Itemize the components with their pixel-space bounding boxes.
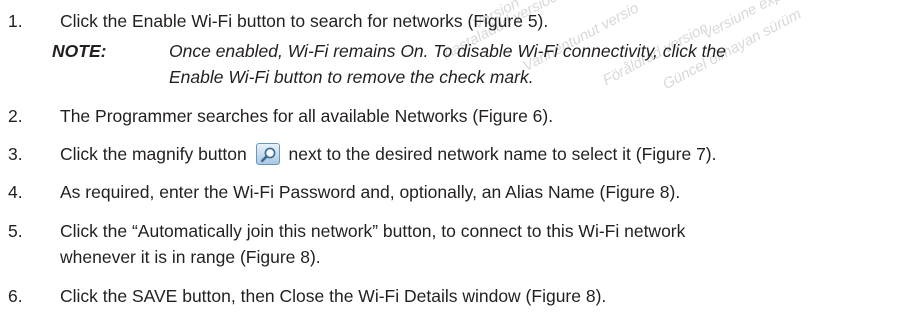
step-text: The Programmer searches for all availabl… bbox=[60, 106, 554, 126]
step-text: whenever it is in range (Figure 8). bbox=[60, 247, 321, 267]
step-text: Click the “Automatically join this netwo… bbox=[60, 221, 686, 241]
magnify-button bbox=[255, 143, 280, 165]
step-text: Click the SAVE button, then Close the Wi… bbox=[60, 286, 607, 306]
note-text: Enable Wi-Fi button to remove the check … bbox=[169, 67, 534, 87]
document-page: Version Aastaladud versioon Vanhentunut … bbox=[0, 0, 905, 336]
note-label: NOTE: bbox=[52, 41, 107, 61]
step-text: As required, enter the Wi-Fi Password an… bbox=[60, 182, 681, 202]
step-text-after: next to the desired network name to sele… bbox=[288, 144, 717, 164]
step-number: 5. bbox=[8, 221, 23, 241]
note-text: Once enabled, Wi-Fi remains On. To disab… bbox=[169, 41, 726, 61]
step-text: Click the magnify button next to the des… bbox=[60, 141, 897, 167]
step-text-before: Click the magnify button bbox=[60, 144, 247, 164]
step-text: Click the Enable Wi-Fi button to search … bbox=[60, 11, 549, 31]
step-number: 4. bbox=[8, 182, 23, 202]
step-number: 6. bbox=[8, 286, 23, 306]
step-number: 2. bbox=[8, 106, 23, 126]
magnify-icon bbox=[260, 147, 276, 163]
step-number: 3. bbox=[8, 144, 23, 164]
step-number: 1. bbox=[8, 11, 23, 31]
